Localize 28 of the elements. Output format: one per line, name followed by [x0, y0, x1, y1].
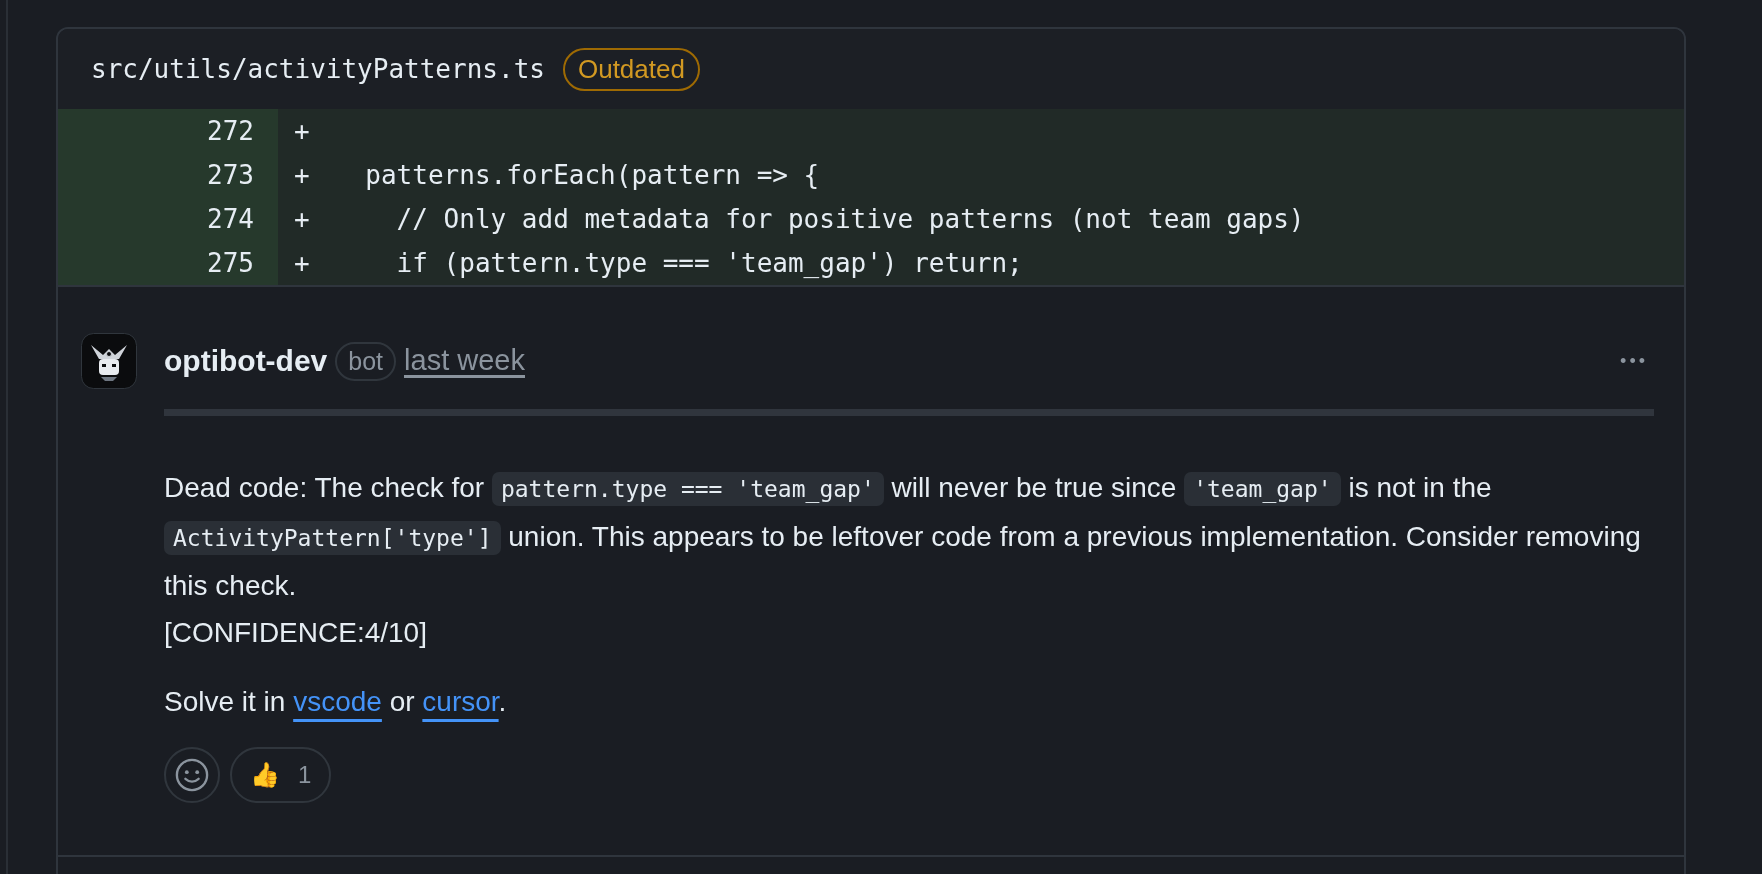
- more-options-button[interactable]: •••: [1620, 350, 1648, 372]
- timestamp-link[interactable]: last week: [404, 344, 525, 378]
- smiley-icon: [175, 758, 209, 792]
- robot-avatar-icon[interactable]: [81, 333, 137, 389]
- comment-text: Solve it in vscode or cursor.: [164, 685, 508, 719]
- line-number: 275: [58, 241, 278, 285]
- line-number: 272: [58, 109, 278, 153]
- outdated-label: Outdated: [562, 47, 700, 91]
- code-line: if (pattern.type === 'team_gap') return;: [395, 248, 1023, 278]
- code-line: // Only add metadata for positive patterns (not team gaps): [395, 204, 1305, 234]
- inline-code: pattern.type === 'team_gap': [491, 472, 884, 506]
- author-name[interactable]: optibot-dev: [164, 344, 328, 378]
- comment-text: Dead code: The check for pattern.type === 'team_gap' will never be true since 'team_gap' is not in the ActivityPattern['type'] union. This appears to be leftover code from a previous implementation. Consider removing this check. [CONFIDENCE:4/10]: [164, 471, 1642, 650]
- diff-sign: +: [294, 248, 311, 278]
- add-reaction-button[interactable]: [164, 747, 220, 803]
- diff-sign: +: [294, 116, 311, 146]
- diff-sign: +: [294, 204, 311, 234]
- bot-label: bot: [335, 341, 397, 381]
- inline-code: ActivityPattern['type']: [164, 521, 501, 555]
- line-number: 274: [58, 197, 278, 241]
- code-line: patterns.forEach(pattern => {: [364, 160, 820, 190]
- inline-code: 'team_gap': [1184, 472, 1341, 506]
- reaction-button[interactable]: 👍 1: [230, 747, 332, 803]
- link[interactable]: vscode: [293, 686, 382, 717]
- link[interactable]: cursor: [422, 686, 499, 717]
- line-number: 273: [58, 153, 278, 197]
- file-path[interactable]: src/utils/activityPatterns.ts: [91, 54, 545, 84]
- diff-sign: +: [294, 160, 311, 190]
